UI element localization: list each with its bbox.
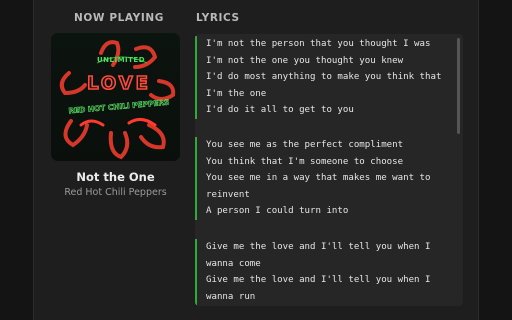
lyric-line: Give me the love and I'll tell you when …	[206, 275, 431, 286]
track-artist: Red Hot Chili Peppers	[64, 187, 167, 198]
lyric-line: I'm not the person that you thought I wa…	[206, 39, 431, 49]
lyric-line: Give me the love and I'll tell you when …	[206, 242, 431, 252]
track-title: Not the One	[76, 170, 155, 184]
lyrics-stanza: Give me the love and I'll tell you when …	[195, 239, 431, 306]
album-art-main-text: LOVE	[87, 73, 151, 94]
lyric-line: I'm the one	[206, 88, 267, 99]
lyric-line: You think that I'm someone to choose	[206, 156, 404, 167]
lyric-line: I'd do it all to get to you	[206, 105, 354, 116]
lyrics-scrollbar[interactable]	[457, 38, 460, 134]
lyric-line: reinvent	[206, 189, 250, 200]
album-art: UNLIMITED LOVE RED HOT CHILI PEPPERS	[51, 33, 180, 161]
lyrics-stanza: You see me as the perfect compliment You…	[195, 137, 430, 220]
lyric-line: A person I could turn into	[206, 206, 349, 217]
lyrics-header: LYRICS	[196, 12, 240, 24]
lyric-line: I'd do most anything to make you think t…	[206, 72, 442, 83]
album-art-top-text: UNLIMITED	[97, 56, 145, 64]
lyrics-stanza: I'm not the person that you thought I wa…	[195, 36, 441, 119]
lyric-line: You see me as the perfect compliment	[206, 140, 404, 150]
lyric-line: You see me in a way that makes me want t…	[206, 173, 431, 184]
lyric-line: I'm not the one you thought you knew	[206, 55, 404, 66]
now-playing-header: NOW PLAYING	[74, 12, 164, 24]
app-window: NOW PLAYING LYRICS UNLIMITED LOVE RED HO…	[33, 0, 479, 320]
lyrics-panel[interactable]: I'm not the person that you thought I wa…	[195, 34, 463, 306]
lyric-line: wanna come	[206, 258, 261, 269]
lyric-line: wanna run	[206, 291, 256, 302]
